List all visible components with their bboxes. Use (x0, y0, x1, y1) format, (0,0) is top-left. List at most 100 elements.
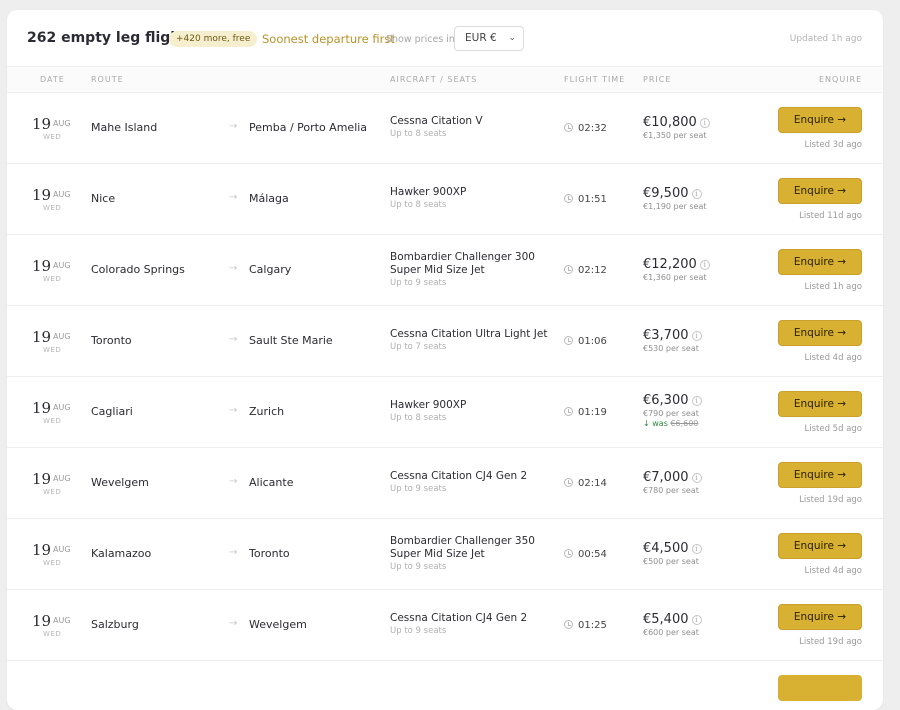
route-destination: Zurich (249, 405, 285, 418)
enquire-button[interactable]: Enquire → (778, 107, 862, 133)
flight-time-value: 02:12 (578, 265, 607, 276)
aircraft-info: Bombardier Challenger 350 Super Mid Size… (390, 535, 555, 572)
clock-icon (564, 194, 573, 203)
arrow-right-icon: → (229, 405, 238, 416)
aircraft-seats: Up to 8 seats (390, 200, 447, 210)
price-per-seat: €500 per seat (643, 557, 699, 566)
column-flight-time: FLIGHT TIME (564, 75, 626, 84)
route-destination: Toronto (249, 547, 290, 560)
clock-icon (564, 478, 573, 487)
date-weekday: WED (43, 630, 62, 638)
table-row[interactable]: 19 AUG WED Colorado Springs → Calgary Bo… (7, 235, 883, 306)
route-origin: Salzburg (91, 618, 139, 631)
table-row[interactable]: 19 AUG WED Cagliari → Zurich Hawker 900X… (7, 377, 883, 448)
price-per-seat: €530 per seat (643, 344, 699, 353)
date-day: 19 (32, 541, 52, 559)
enquire-button[interactable]: Enquire → (778, 320, 862, 346)
price-value: €9,500 (643, 186, 689, 201)
enquire-button[interactable]: Enquire → (778, 604, 862, 630)
info-icon[interactable]: i (691, 473, 702, 483)
route-origin: Colorado Springs (91, 263, 185, 276)
date-month: AUG (53, 190, 71, 199)
date-weekday: WED (43, 346, 62, 354)
aircraft-name: Hawker 900XP (390, 399, 467, 411)
route-origin: Wevelgem (91, 476, 149, 489)
price-block: €4,500 i €500 per seat (643, 541, 753, 566)
price-value: €10,800 (643, 115, 697, 130)
flights-card: 262 empty leg flights +420 more, free So… (7, 10, 883, 710)
price-drop: ↓ was €6,600 (643, 419, 753, 428)
table-row[interactable]: 19 AUG WED Salzburg → Wevelgem Cessna Ci… (7, 590, 883, 661)
date-weekday: WED (43, 204, 62, 212)
listed-age: Listed 11d ago (799, 211, 862, 221)
flight-time-value: 02:32 (578, 123, 607, 134)
table-row[interactable]: 19 AUG WED Mahe Island → Pemba / Porto A… (7, 93, 883, 164)
flight-time: 02:12 (564, 264, 607, 276)
date-day: 19 (32, 399, 52, 417)
column-aircraft: AIRCRAFT / SEATS (390, 75, 478, 84)
aircraft-name: Bombardier Challenger 300 Super Mid Size… (390, 251, 535, 276)
enquire-button[interactable] (778, 675, 862, 701)
route-origin: Cagliari (91, 405, 133, 418)
column-date: DATE (40, 75, 65, 84)
table-row[interactable] (7, 661, 883, 710)
flight-time-value: 01:06 (578, 336, 607, 347)
info-icon[interactable]: i (691, 396, 702, 406)
more-flights-badge[interactable]: +420 more, free (169, 31, 258, 47)
column-route: ROUTE (91, 75, 124, 84)
table-row[interactable]: 19 AUG WED Wevelgem → Alicante Cessna Ci… (7, 448, 883, 519)
clock-icon (564, 407, 573, 416)
route-origin: Toronto (91, 334, 132, 347)
date-weekday: WED (43, 417, 62, 425)
flight-time: 02:32 (564, 122, 607, 134)
date-month: AUG (53, 403, 71, 412)
info-icon[interactable]: i (691, 544, 702, 554)
chevron-down-icon: ⌄ (508, 33, 516, 43)
table-row[interactable]: 19 AUG WED Toronto → Sault Ste Marie Ces… (7, 306, 883, 377)
listed-age: Listed 5d ago (804, 424, 863, 434)
flight-time-value: 02:14 (578, 478, 607, 489)
info-icon[interactable]: i (691, 189, 702, 199)
listed-age: Listed 4d ago (804, 566, 863, 576)
flights-list: 19 AUG WED Mahe Island → Pemba / Porto A… (7, 93, 883, 710)
route-destination: Calgary (249, 263, 292, 276)
table-header: DATE ROUTE AIRCRAFT / SEATS FLIGHT TIME … (7, 66, 883, 93)
aircraft-info: Cessna Citation V Up to 8 seats (390, 115, 555, 139)
flight-time-value: 00:54 (578, 549, 607, 560)
info-icon[interactable]: i (691, 615, 702, 625)
currency-select[interactable]: EUR € ⌄ (454, 26, 524, 51)
table-row[interactable]: 19 AUG WED Kalamazoo → Toronto Bombardie… (7, 519, 883, 590)
aircraft-info: Hawker 900XP Up to 8 seats (390, 186, 555, 210)
info-icon[interactable]: i (699, 118, 710, 128)
price-value: €4,500 (643, 541, 689, 556)
flight-time-value: 01:19 (578, 407, 607, 418)
currency-value: EUR € (465, 32, 497, 44)
price-value: €3,700 (643, 328, 689, 343)
arrow-right-icon: → (229, 547, 238, 558)
date-month: AUG (53, 545, 71, 554)
flight-time: 02:14 (564, 477, 607, 489)
enquire-button[interactable]: Enquire → (778, 178, 862, 204)
sort-link[interactable]: Soonest departure first (262, 32, 395, 46)
aircraft-seats: Up to 8 seats (390, 413, 447, 423)
enquire-button[interactable]: Enquire → (778, 391, 862, 417)
updated-timestamp: Updated 1h ago (789, 34, 862, 44)
column-enquire: ENQUIRE (819, 75, 863, 84)
info-icon[interactable]: i (691, 331, 702, 341)
route-destination: Alicante (249, 476, 294, 489)
table-row[interactable]: 19 AUG WED Nice → Málaga Hawker 900XP Up… (7, 164, 883, 235)
flight-time: 01:25 (564, 619, 607, 631)
price-per-seat: €1,190 per seat (643, 202, 707, 211)
date-day: 19 (32, 470, 52, 488)
price-block: €9,500 i €1,190 per seat (643, 186, 753, 211)
route-origin: Nice (91, 192, 116, 205)
enquire-button[interactable]: Enquire → (778, 533, 862, 559)
enquire-button[interactable]: Enquire → (778, 249, 862, 275)
info-icon[interactable]: i (699, 260, 710, 270)
aircraft-info: Cessna Citation CJ4 Gen 2 Up to 9 seats (390, 612, 555, 636)
listed-age: Listed 19d ago (799, 495, 862, 505)
aircraft-seats: Up to 8 seats (390, 129, 447, 139)
flight-time: 01:06 (564, 335, 607, 347)
price-per-seat: €1,360 per seat (643, 273, 707, 282)
enquire-button[interactable]: Enquire → (778, 462, 862, 488)
